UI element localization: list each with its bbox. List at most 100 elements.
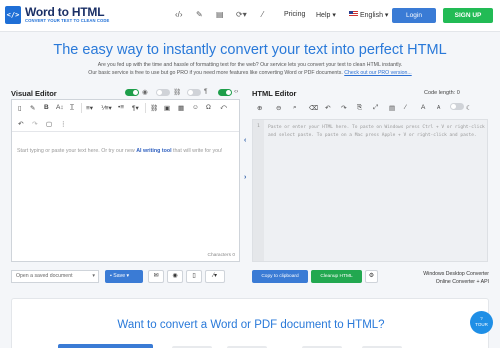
html-editor[interactable]: 1 Paste or enter your HTML here. To past… xyxy=(252,119,488,262)
brand-tagline: CONVERT YOUR TEXT TO CLEAN CODE xyxy=(25,18,110,23)
chevron-left-icon[interactable]: ‹ xyxy=(244,137,246,144)
visual-editor-toolbar: ▯ ✎ B A↕ T̲ ≡▾ ⅟≡▾ •≡ ¶▾ ⛓ ▣ ▦ ☺ Ω ⤺ ↶ ↷… xyxy=(12,100,239,132)
font-size-up-icon[interactable]: A xyxy=(421,104,425,111)
hero-title: The easy way to instantly convert your t… xyxy=(53,42,447,58)
pro-promo-title: Want to convert a Word or PDF document t… xyxy=(117,319,385,331)
document-icon[interactable]: ▯ xyxy=(18,104,22,112)
pen-icon[interactable]: ✎ xyxy=(30,104,35,112)
more-options-icon[interactable]: ⋮ xyxy=(60,120,67,128)
characters-label: Characters xyxy=(207,253,231,258)
image-icon[interactable]: ▣ xyxy=(164,104,170,112)
help-tour-button[interactable]: ? TOUR xyxy=(470,311,493,334)
html-editor-label: HTML Editor xyxy=(252,89,297,98)
redo-icon[interactable]: ↷ xyxy=(341,104,346,112)
pro-version-link[interactable]: Check out our PRO version... xyxy=(344,70,411,76)
moon-icon: ☾ xyxy=(466,105,472,112)
save-button[interactable]: ▪ Save ▾ xyxy=(105,270,143,283)
toggle-switch[interactable] xyxy=(187,89,201,96)
brand-name[interactable]: Word to HTML xyxy=(25,5,105,19)
character-count: Characters 0 xyxy=(208,253,235,258)
code-length: Code length: 0 xyxy=(424,90,460,96)
search-icon[interactable]: ⌕ xyxy=(293,104,297,112)
hero-line-2: Our basic service is free to use but go … xyxy=(0,70,500,76)
document-icon[interactable]: ▤ xyxy=(216,10,224,19)
line-number-gutter: 1 xyxy=(253,120,264,261)
preview-button[interactable]: ◉ xyxy=(167,270,183,283)
mobile-preview-button[interactable]: ▯ xyxy=(186,270,202,283)
pro-promo-card: Want to convert a Word or PDF document t… xyxy=(11,298,489,348)
gear-icon[interactable]: ⚙ xyxy=(365,270,378,283)
eye-icon: ◉ xyxy=(142,89,148,96)
bold-icon[interactable]: B xyxy=(44,104,49,111)
logo-icon[interactable]: </> xyxy=(5,6,21,24)
html-editor-toolbar: ⊕ ⊖ ⌕ ⌫ ↶ ↷ ⎘ ⤢ ▤ ⁄ A A ☾ xyxy=(252,102,488,116)
toggle-switch[interactable] xyxy=(218,89,232,96)
visual-editor-placeholder: Start typing or paste your text here. Or… xyxy=(17,148,237,156)
bullet-list-icon[interactable]: •≡ xyxy=(118,104,124,111)
placeholder-text: Start typing or paste your text here. Or… xyxy=(17,148,137,154)
save-label: Save ▾ xyxy=(113,273,130,279)
erase-icon[interactable]: ⌫ xyxy=(309,104,318,112)
toggle-switch[interactable] xyxy=(125,89,139,96)
tour-label: TOUR xyxy=(475,322,488,327)
login-button[interactable]: Login xyxy=(392,8,436,23)
ordered-list-icon[interactable]: ⅟≡▾ xyxy=(101,104,112,112)
align-icon[interactable]: ≡▾ xyxy=(86,104,93,112)
clear-format-icon[interactable]: ▢ xyxy=(46,120,52,128)
link-icon: ⛓ xyxy=(173,89,182,96)
code-icon[interactable]: ‹/› xyxy=(175,10,183,19)
hero-line-1: Are you fed up with the time and hassle … xyxy=(97,62,403,68)
code-icon: ‹› xyxy=(234,88,239,95)
text-style-icon[interactable]: T̲ xyxy=(70,104,74,111)
magic-wand-icon[interactable]: ⁄ xyxy=(262,10,263,19)
signup-button[interactable]: SIGN UP xyxy=(443,8,493,23)
toggle-switch[interactable] xyxy=(156,89,170,96)
dark-mode-toggle[interactable] xyxy=(450,103,464,110)
redo-icon[interactable]: ↷ xyxy=(32,120,37,128)
placeholder-text-end: that will write for you! xyxy=(171,148,223,154)
nav-help[interactable]: Help ▾ xyxy=(316,11,336,19)
fullscreen-icon[interactable]: ⤢ xyxy=(373,104,378,112)
nav-language[interactable]: English ▾ xyxy=(360,11,388,19)
chevron-right-icon[interactable]: › xyxy=(244,174,246,181)
font-size-icon[interactable]: A↕ xyxy=(56,104,64,111)
document-icon[interactable]: ▤ xyxy=(389,104,395,112)
characters-value: 0 xyxy=(232,253,235,258)
paragraph-icon: ¶ xyxy=(204,88,208,95)
upload-button[interactable] xyxy=(58,344,153,348)
undo-icon[interactable]: ↶ xyxy=(18,120,23,128)
edit-icon[interactable]: ✎ xyxy=(196,10,203,19)
top-nav: </> Word to HTML CONVERT YOUR TEXT TO CL… xyxy=(0,0,500,32)
us-flag-icon xyxy=(349,11,358,17)
font-size-down-icon[interactable]: A xyxy=(437,105,440,111)
saved-document-select[interactable]: Open a saved document ▾ xyxy=(11,270,99,283)
special-char-icon[interactable]: Ω xyxy=(206,104,211,111)
emoji-icon[interactable]: ☺ xyxy=(192,104,199,111)
undo-icon[interactable]: ⤺ xyxy=(220,104,227,112)
windows-converter-link[interactable]: Windows Desktop Converter xyxy=(423,271,489,277)
hero-line-2-text: Our basic service is free to use but go … xyxy=(88,70,343,76)
cleanup-html-button[interactable]: Cleanup HTML xyxy=(311,270,362,283)
email-button[interactable]: ✉ xyxy=(148,270,164,283)
nav-pricing[interactable]: Pricing xyxy=(284,11,305,18)
undo-icon[interactable]: ↶ xyxy=(325,104,330,112)
link-icon[interactable]: ⛓ xyxy=(150,104,158,112)
zoom-in-icon[interactable]: ⊕ xyxy=(257,104,262,112)
visual-editor-label: Visual Editor xyxy=(11,89,57,98)
chevron-down-icon: ▾ xyxy=(92,273,95,279)
visual-editor[interactable]: ▯ ✎ B A↕ T̲ ≡▾ ⅟≡▾ •≡ ¶▾ ⛓ ▣ ▦ ☺ Ω ⤺ ↶ ↷… xyxy=(11,99,240,262)
ai-writing-tool-link[interactable]: AI writing tool xyxy=(136,148,171,154)
paragraph-icon[interactable]: ¶▾ xyxy=(132,104,139,112)
sync-icon[interactable]: ⟳▾ xyxy=(236,10,247,19)
magic-wand-button[interactable]: ⁄▾ xyxy=(205,270,225,283)
code-length-value: 0 xyxy=(456,90,460,96)
saved-document-placeholder: Open a saved document xyxy=(16,273,73,279)
copy-to-clipboard-button[interactable]: Copy to clipboard xyxy=(252,270,308,283)
copy-icon[interactable]: ⎘ xyxy=(357,104,362,112)
online-converter-link[interactable]: Online Converter + API xyxy=(436,279,489,285)
magic-wand-icon[interactable]: ⁄ xyxy=(405,104,406,111)
zoom-out-icon[interactable]: ⊖ xyxy=(276,104,281,112)
table-icon[interactable]: ▦ xyxy=(178,104,184,112)
code-length-label: Code length: xyxy=(424,90,456,96)
html-editor-placeholder: Paste or enter your HTML here. To paste … xyxy=(268,125,485,138)
